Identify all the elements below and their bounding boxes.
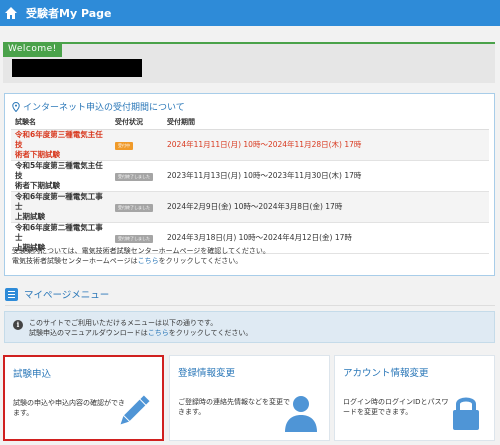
status-badge: 受付中 [115, 141, 133, 150]
schedule-note-line1: 受験案内については、電気技術者試験センターホームページを確認してください。 [12, 247, 270, 255]
card-description: ログイン時のログインIDとパスワードを変更できます。 [343, 398, 449, 416]
info-text-part: 試験申込のマニュアルダウンロードは [29, 329, 148, 337]
welcome-tag: Welcome! [3, 43, 62, 57]
card-title: 試験申込 [13, 369, 52, 380]
schedule-panel: インターネット申込の受付期間について 試験名 受付状況 受付期間 令和6年度第三… [4, 93, 495, 276]
info-text: このサイトでご利用いただけるメニューは以下の通りです。 試験申込のマニュアルダウ… [29, 318, 252, 338]
pencil-icon [120, 395, 150, 425]
table-row: 令和6年度第三種電気主任技 術者下期試験 受付中 2024年11月11日(月) 1… [11, 129, 489, 161]
map-pin-icon [12, 101, 20, 112]
account-change-card[interactable]: アカウント情報変更 ログイン時のログインIDとパスワードを変更できます。 [334, 355, 495, 441]
menu-icon [5, 287, 18, 301]
exam-name-line2: 上期試験 [15, 211, 45, 221]
status-badge: 受付終了しました [115, 234, 153, 243]
schedule-title: インターネット申込の受付期間について [12, 100, 185, 113]
card-description: ご登録時の連絡先情報などを変更できます。 [178, 398, 290, 416]
period-cell: 2024年2月9日(金) 10時～2024年3月8日(金) 17時 [163, 191, 489, 223]
col-status: 受付状況 [111, 115, 163, 130]
mypage-menu-heading: マイページメニュー [5, 287, 109, 301]
card-title: アカウント情報変更 [343, 368, 429, 379]
home-icon[interactable] [4, 6, 18, 20]
schedule-note-line2: 電気技術者試験センターホームページはこちらをクリックしてください。 [12, 256, 270, 266]
status-badge: 受付終了しました [115, 203, 153, 212]
note-text: 電気技術者試験センターホームページは [12, 257, 138, 265]
top-header: 受験者My Page [0, 0, 500, 26]
info-line1: このサイトでご利用いただけるメニューは以下の通りです。 [29, 319, 218, 327]
schedule-table: 試験名 受付状況 受付期間 令和6年度第三種電気主任技 術者下期試験 受付中 20… [11, 115, 489, 254]
status-badge: 受付終了しました [115, 172, 153, 181]
status-cell: 受付終了しました [111, 191, 163, 223]
info-text-part: をクリックしてください。 [168, 329, 253, 337]
period-cell: 2024年11月11日(月) 10時～2024年11月28日(木) 17時 [163, 129, 489, 161]
schedule-note: 受験案内については、電気技術者試験センターホームページを確認してください。 電気… [12, 246, 270, 266]
divider [5, 305, 495, 306]
info-icon: i [13, 320, 23, 330]
schedule-title-text: インターネット申込の受付期間について [23, 103, 185, 113]
card-description: 試験の申込や申込内容の確認ができます。 [13, 399, 125, 417]
redacted-user-name [12, 59, 142, 77]
lock-icon [453, 397, 479, 430]
exam-name: 令和6年度第一種電気工事士 上期試験 [11, 191, 111, 223]
exam-name-line1: 令和6年度第三種電気主任技 [15, 129, 103, 149]
exam-name-line1: 令和5年度第三種電気主任技 [15, 160, 103, 180]
col-period: 受付期間 [163, 115, 489, 130]
note-text: をクリックしてください。 [158, 257, 243, 265]
status-cell: 受付中 [111, 129, 163, 161]
exam-name-line1: 令和6年度第二種電気工事士 [15, 222, 103, 242]
exam-application-card[interactable]: 試験申込 試験の申込や申込内容の確認ができます。 [3, 355, 164, 441]
period-cell: 2023年11月13日(月) 10時～2023年11月30日(木) 17時 [163, 160, 489, 192]
manual-download-link[interactable]: こちら [148, 329, 169, 337]
exam-name-line2: 術者下期試験 [15, 180, 60, 190]
card-title: 登録情報変更 [178, 368, 236, 379]
col-exam-name: 試験名 [11, 115, 111, 130]
page-title: 受験者My Page [26, 7, 112, 20]
info-line2: 試験申込のマニュアルダウンロードはこちらをクリックしてください。 [29, 328, 252, 338]
mypage-menu-title: マイページメニュー [24, 290, 110, 301]
exam-name: 令和6年度第三種電気主任技 術者下期試験 [11, 129, 111, 161]
center-homepage-link[interactable]: こちら [138, 257, 159, 265]
table-row: 令和6年度第一種電気工事士 上期試験 受付終了しました 2024年2月9日(金) … [11, 191, 489, 223]
status-cell: 受付終了しました [111, 160, 163, 192]
user-icon [285, 396, 317, 432]
info-box: i このサイトでご利用いただけるメニューは以下の通りです。 試験申込のマニュアル… [4, 311, 495, 343]
registration-change-card[interactable]: 登録情報変更 ご登録時の連絡先情報などを変更できます。 [169, 355, 330, 441]
exam-name-line1: 令和6年度第一種電気工事士 [15, 191, 103, 211]
exam-name-line2: 術者下期試験 [15, 149, 60, 159]
exam-name: 令和5年度第三種電気主任技 術者下期試験 [11, 160, 111, 192]
table-row: 令和5年度第三種電気主任技 術者下期試験 受付終了しました 2023年11月13日… [11, 160, 489, 192]
